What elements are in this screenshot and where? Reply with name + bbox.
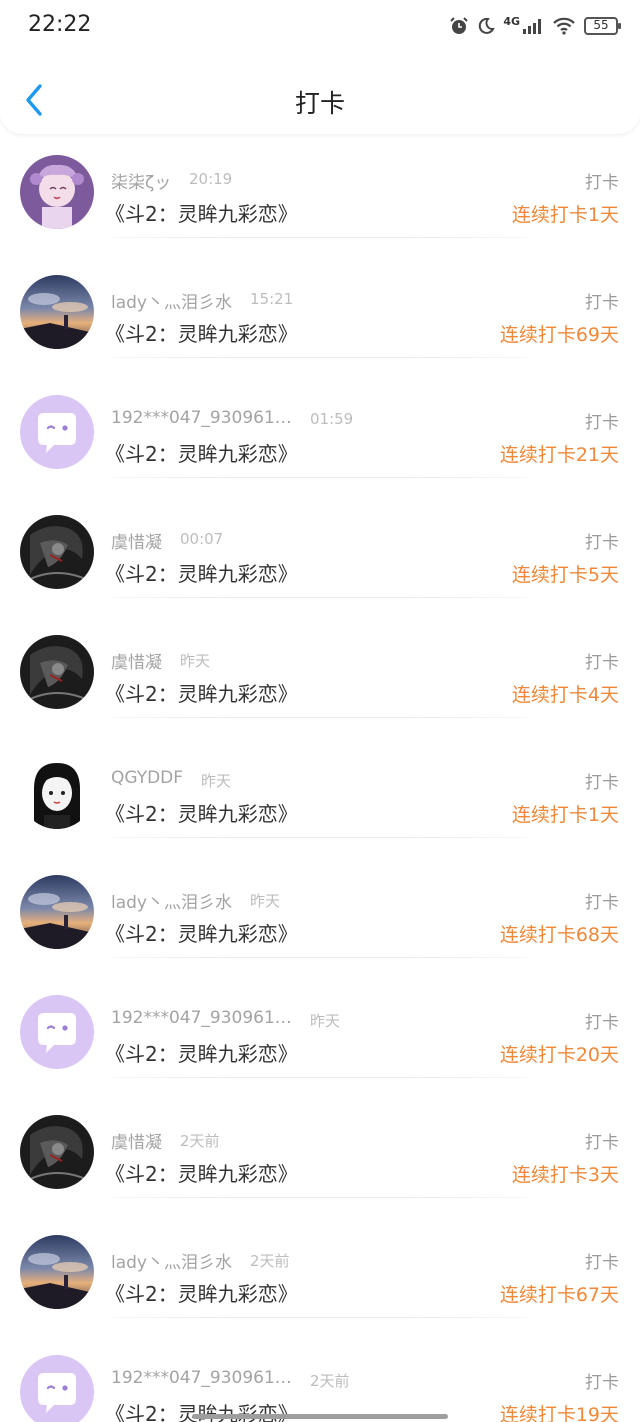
- book-title[interactable]: 《斗2：灵眸九彩恋》: [105, 438, 298, 467]
- streak-label: 连续打卡20天: [499, 1044, 619, 1066]
- timestamp: 昨天: [201, 772, 232, 790]
- streak-label: 连续打卡68天: [499, 924, 619, 946]
- checkin-list: 柒柒ζッ 20:19 《斗2：灵眸九彩恋》 打卡 连续打卡1天 lady丶灬泪彡水 15:2…: [0, 118, 640, 1422]
- streak-label: 连续打卡69天: [499, 324, 619, 346]
- streak-label: 连续打卡1天: [511, 204, 619, 226]
- header: 22:22 4G 55 打卡: [0, 0, 640, 134]
- activity-type: 打卡: [585, 893, 619, 913]
- avatar[interactable]: [20, 395, 94, 469]
- avatar[interactable]: [20, 275, 94, 349]
- book-title[interactable]: 《斗2：灵眸九彩恋》: [105, 198, 298, 227]
- activity-type: 打卡: [585, 653, 619, 673]
- timestamp: 20:19: [189, 170, 233, 188]
- checkin-row[interactable]: 虞惜凝 00:07 《斗2：灵眸九彩恋》 打卡连续打卡5天: [0, 478, 640, 598]
- activity-type: 打卡: [585, 533, 619, 553]
- timestamp: 00:07: [180, 530, 224, 548]
- network-label: 4G: [503, 14, 520, 28]
- alarm-icon: [450, 17, 469, 34]
- user-name[interactable]: lady丶灬泪彡水: [111, 288, 232, 313]
- avatar[interactable]: [20, 635, 94, 709]
- battery-icon: 55: [584, 17, 621, 35]
- moon-icon: [479, 17, 496, 34]
- activity-type: 打卡: [585, 1253, 619, 1273]
- timestamp: 15:21: [250, 290, 294, 308]
- streak-label: 连续打卡1天: [511, 804, 619, 826]
- activity-type: 打卡: [585, 1133, 619, 1153]
- home-indicator: [192, 1414, 448, 1419]
- timestamp: 昨天: [310, 1012, 341, 1030]
- page-title: 打卡: [294, 89, 345, 118]
- book-title[interactable]: 《斗2：灵眸九彩恋》: [105, 918, 298, 947]
- avatar[interactable]: [20, 155, 94, 229]
- checkin-row[interactable]: 虞惜凝 昨天《斗2：灵眸九彩恋》 打卡连续打卡4天: [0, 598, 640, 718]
- streak-label: 连续打卡21天: [499, 444, 619, 466]
- user-name[interactable]: lady丶灬泪彡水: [111, 888, 232, 913]
- status-bar: 22:22 4G 55: [0, 0, 640, 52]
- avatar[interactable]: [20, 515, 94, 589]
- checkin-row[interactable]: 192***047_930961… 2天前 《斗2：灵眸九彩恋》 打卡 连续打卡19天: [0, 1318, 640, 1422]
- user-name[interactable]: QGYDDF: [111, 768, 183, 788]
- streak-label: 连续打卡3天: [511, 1164, 619, 1186]
- user-name[interactable]: 虞惜凝: [111, 648, 162, 673]
- wifi-icon: [553, 17, 575, 35]
- checkin-row[interactable]: QGYDDF 昨天《斗2：灵眸九彩恋》 打卡连续打卡1天: [0, 718, 640, 838]
- activity-type: 打卡: [585, 413, 619, 433]
- timestamp: 昨天: [180, 652, 211, 670]
- timestamp: 昨天: [250, 892, 281, 910]
- streak-label: 连续打卡19天: [499, 1404, 619, 1422]
- avatar[interactable]: [20, 1115, 94, 1189]
- activity-type: 打卡: [585, 173, 619, 193]
- timestamp: 2天前: [180, 1132, 220, 1150]
- activity-type: 打卡: [585, 1013, 619, 1033]
- user-name[interactable]: lady丶灬泪彡水: [111, 1248, 232, 1273]
- checkin-row[interactable]: lady丶灬泪彡水 15:21 《斗2：灵眸九彩恋》 打卡连续打卡69天: [0, 238, 640, 358]
- book-title[interactable]: 《斗2：灵眸九彩恋》: [105, 1038, 298, 1067]
- user-name[interactable]: 192***047_930961…: [111, 1008, 292, 1028]
- avatar[interactable]: [20, 1355, 94, 1422]
- avatar[interactable]: [20, 1235, 94, 1309]
- book-title[interactable]: 《斗2：灵眸九彩恋》: [105, 798, 298, 827]
- checkin-row[interactable]: 虞惜凝 2天前《斗2：灵眸九彩恋》 打卡连续打卡3天: [0, 1078, 640, 1198]
- battery-level: 55: [593, 18, 609, 32]
- checkin-row[interactable]: 192***047_930961… 01:59 《斗2：灵眸九彩恋》 打卡连续打卡21…: [0, 358, 640, 478]
- checkin-row[interactable]: 192***047_930961… 昨天 《斗2：灵眸九彩恋》 打卡连续打卡20天: [0, 958, 640, 1078]
- avatar[interactable]: [20, 875, 94, 949]
- activity-type: 打卡: [585, 293, 619, 313]
- status-icons: 4G 55: [449, 13, 621, 39]
- book-title[interactable]: 《斗2：灵眸九彩恋》: [105, 678, 298, 707]
- user-name[interactable]: 192***047_930961…: [111, 1368, 292, 1388]
- streak-label: 连续打卡4天: [511, 684, 619, 706]
- status-time: 22:22: [28, 12, 92, 37]
- user-name[interactable]: 虞惜凝: [111, 1128, 162, 1153]
- user-name[interactable]: 192***047_930961…: [111, 408, 292, 428]
- avatar[interactable]: [20, 995, 94, 1069]
- checkin-row[interactable]: lady丶灬泪彡水 昨天《斗2：灵眸九彩恋》 打卡连续打卡68天: [0, 838, 640, 958]
- streak-label: 连续打卡5天: [511, 564, 619, 586]
- timestamp: 2天前: [250, 1252, 290, 1270]
- cellular-signal-icon: [523, 19, 541, 34]
- checkin-row[interactable]: 柒柒ζッ 20:19 《斗2：灵眸九彩恋》 打卡连续打卡1天: [0, 118, 640, 238]
- book-title[interactable]: 《斗2：灵眸九彩恋》: [105, 558, 298, 587]
- timestamp: 2天前: [310, 1372, 350, 1390]
- activity-type: 打卡: [585, 1373, 619, 1393]
- avatar[interactable]: [20, 755, 94, 829]
- book-title[interactable]: 《斗2：灵眸九彩恋》: [105, 318, 298, 347]
- book-title[interactable]: 《斗2：灵眸九彩恋》: [105, 1158, 298, 1187]
- timestamp: 01:59: [310, 410, 354, 428]
- user-name[interactable]: 虞惜凝: [111, 528, 162, 553]
- activity-type: 打卡: [585, 773, 619, 793]
- checkin-row[interactable]: lady丶灬泪彡水 2天前《斗2：灵眸九彩恋》 打卡连续打卡67天: [0, 1198, 640, 1318]
- user-name[interactable]: 柒柒ζッ: [111, 168, 171, 193]
- book-title[interactable]: 《斗2：灵眸九彩恋》: [105, 1278, 298, 1307]
- streak-label: 连续打卡67天: [499, 1284, 619, 1306]
